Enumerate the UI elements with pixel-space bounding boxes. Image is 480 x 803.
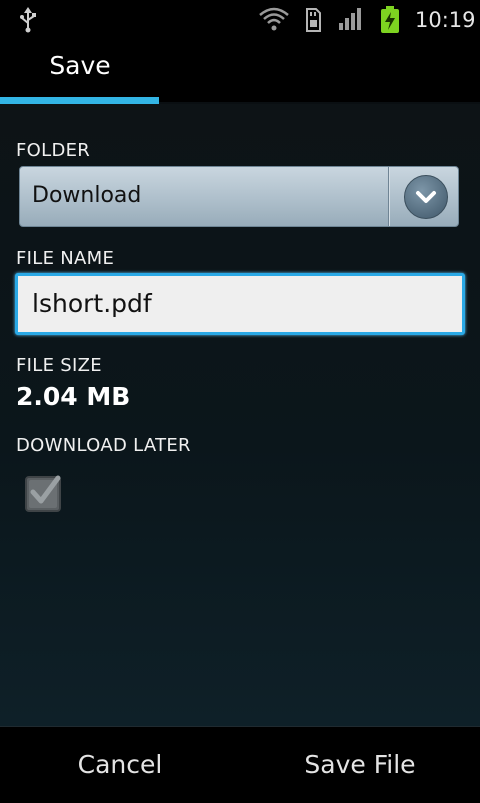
file-size-label: FILE SIZE [16,355,102,376]
battery-charging-icon [379,6,401,38]
cancel-button[interactable]: Cancel [0,727,240,801]
clock: 10:19 [415,8,476,32]
tab-indicator [0,97,159,104]
checkmark-icon [25,475,61,512]
file-size-value: 2.04 MB [16,382,131,411]
folder-value: Download [32,183,142,208]
tab-bar: Save [0,38,480,104]
download-later-label: DOWNLOAD LATER [16,435,191,456]
wifi-icon [258,6,290,36]
save-form: FOLDER Download FILE NAME lshort.pdf FIL… [0,104,480,726]
download-later-checkbox[interactable] [25,473,63,512]
signal-icon [338,7,364,35]
folder-label: FOLDER [16,140,91,161]
sd-card-icon [304,8,322,36]
save-file-button[interactable]: Save File [240,727,480,801]
tab-save[interactable]: Save [0,51,160,80]
action-bar: Cancel Save File [0,726,480,801]
file-name-field[interactable]: lshort.pdf [15,273,465,335]
folder-spinner[interactable]: Download [19,166,459,227]
file-name-label: FILE NAME [16,248,115,269]
file-name-value: lshort.pdf [32,289,152,318]
status-bar: 10:19 [0,0,480,38]
spinner-divider [388,167,389,226]
usb-icon [18,7,38,37]
chevron-down-icon[interactable] [404,175,448,219]
